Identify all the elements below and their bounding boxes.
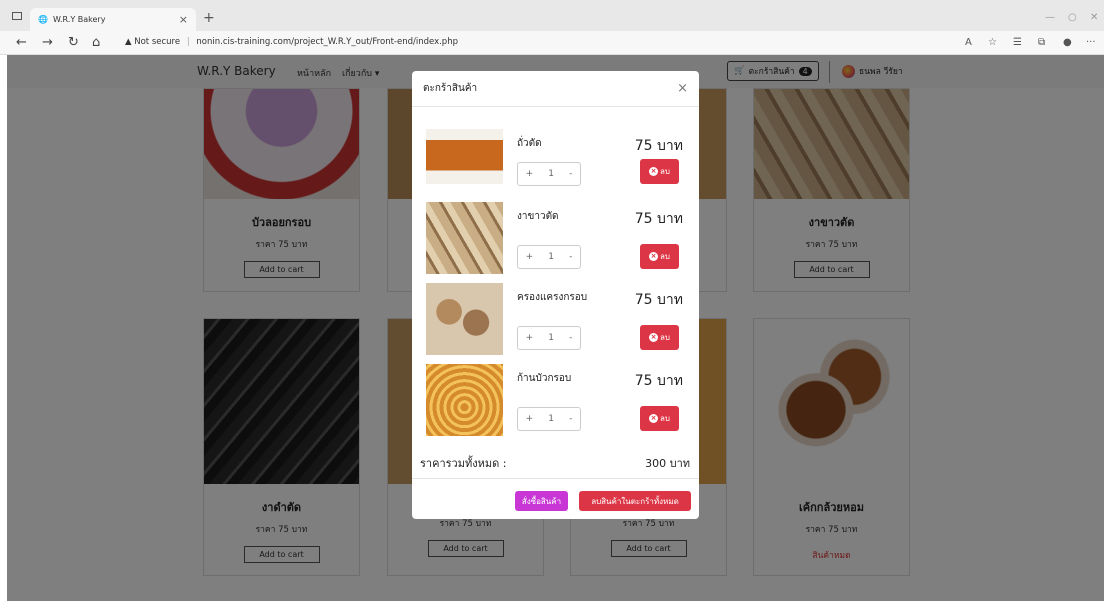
cart-item-image <box>426 364 503 436</box>
cart-item: ก้านบัวกรอบ 75 บาท + 1 - × ลบ <box>426 364 688 440</box>
cart-item-image <box>426 129 503 184</box>
restore-icon[interactable]: ○ <box>1068 12 1077 23</box>
quantity-value[interactable]: 1 <box>548 414 554 424</box>
cart-item: งาขาวตัด 75 บาท + 1 - × ลบ <box>426 202 688 278</box>
cart-total: ราคารวมทั้งหมด : 300 บาท <box>420 454 690 472</box>
address-bar: ← → ↻ ⌂ ▲ Not secure | nonin.cis-trainin… <box>0 31 1104 55</box>
cart-item: ครองแครงกรอบ 75 บาท + 1 - × ลบ <box>426 283 688 359</box>
cart-item-name: ก้านบัวกรอบ <box>517 373 572 384</box>
cart-item-image <box>426 202 503 274</box>
remove-circle-icon: × <box>649 414 658 423</box>
new-tab-button[interactable]: + <box>203 10 215 26</box>
url-separator: | <box>186 37 190 47</box>
delete-item-button[interactable]: × ลบ <box>640 406 679 431</box>
decrease-button[interactable]: - <box>569 169 572 179</box>
increase-button[interactable]: + <box>526 333 534 343</box>
modal-header: ตะกร้าสินค้า × <box>412 71 699 107</box>
modal-title: ตะกร้าสินค้า <box>423 83 478 94</box>
delete-label: ลบ <box>660 167 670 176</box>
delete-item-button[interactable]: × ลบ <box>640 325 679 350</box>
modal-footer: สั่งซื้อสินค้า ลบสินค้าในตะกร้าทั้งหมด <box>412 478 699 519</box>
cart-item-name: ถั่วตัด <box>517 138 542 149</box>
remove-circle-icon: × <box>649 167 658 176</box>
decrease-button[interactable]: - <box>569 414 572 424</box>
cart-item-name: ครองแครงกรอบ <box>517 292 588 303</box>
cart-item-price: 75 บาท <box>634 292 683 308</box>
quantity-stepper: + 1 - <box>517 407 581 431</box>
home-icon[interactable]: ⌂ <box>92 35 100 50</box>
close-modal-button[interactable]: × <box>677 81 688 96</box>
quantity-stepper: + 1 - <box>517 162 581 186</box>
cart-modal: ตะกร้าสินค้า × ถั่วตัด 75 บาท + 1 - × ลบ… <box>412 71 699 519</box>
cart-item-price: 75 บาท <box>634 138 683 154</box>
cart-item-image <box>426 283 503 355</box>
quantity-stepper: + 1 - <box>517 326 581 350</box>
increase-button[interactable]: + <box>526 414 534 424</box>
forward-icon[interactable]: → <box>42 35 53 50</box>
tab-title: W.R.Y Bakery <box>52 15 106 24</box>
decrease-button[interactable]: - <box>569 333 572 343</box>
cart-item-name: งาขาวตัด <box>517 211 559 222</box>
favorite-icon[interactable]: ☆ <box>988 37 997 48</box>
quantity-stepper: + 1 - <box>517 245 581 269</box>
remove-circle-icon: × <box>649 252 658 261</box>
total-label: ราคารวมทั้งหมด : <box>420 457 507 470</box>
increase-button[interactable]: + <box>526 252 534 262</box>
not-secure-label: Not secure <box>134 37 181 47</box>
browser-tab-strip: 🌐 W.R.Y Bakery × + — ○ ✕ <box>0 0 1104 31</box>
cart-item: ถั่วตัด 75 บาท + 1 - × ลบ <box>426 129 688 205</box>
close-window-icon[interactable]: ✕ <box>1090 12 1098 23</box>
url-text: nonin.cis-training.com/project_W.R.Y_out… <box>196 37 458 47</box>
minimize-icon[interactable]: — <box>1045 12 1055 23</box>
remove-circle-icon: × <box>649 333 658 342</box>
profile-icon[interactable]: ● <box>1063 37 1072 48</box>
url-field[interactable]: ▲ Not secure | nonin.cis-training.com/pr… <box>125 37 458 47</box>
refresh-icon[interactable]: ↻ <box>68 35 79 50</box>
close-tab-icon[interactable]: × <box>179 13 188 26</box>
read-aloud-icon[interactable]: A <box>965 37 972 48</box>
cart-item-price: 75 บาท <box>634 211 683 227</box>
delete-label: ลบ <box>660 333 670 342</box>
back-icon[interactable]: ← <box>16 35 27 50</box>
quantity-value[interactable]: 1 <box>548 252 554 262</box>
delete-item-button[interactable]: × ลบ <box>640 244 679 269</box>
clear-cart-button[interactable]: ลบสินค้าในตะกร้าทั้งหมด <box>579 491 691 511</box>
increase-button[interactable]: + <box>526 169 534 179</box>
decrease-button[interactable]: - <box>569 252 572 262</box>
more-icon[interactable]: ··· <box>1086 37 1096 48</box>
delete-item-button[interactable]: × ลบ <box>640 159 679 184</box>
globe-icon: 🌐 <box>38 15 48 24</box>
order-button[interactable]: สั่งซื้อสินค้า <box>515 491 568 511</box>
cart-item-price: 75 บาท <box>634 373 683 389</box>
favorites-list-icon[interactable]: ☰ <box>1013 37 1022 48</box>
browser-tab[interactable]: 🌐 W.R.Y Bakery × <box>30 8 196 31</box>
warning-icon: ▲ <box>125 37 132 47</box>
page-viewport: W.R.Y Bakery หน้าหลัก เกี่ยวกับ ▾ 🛒 ตะกร… <box>7 55 1104 601</box>
collections-icon[interactable]: ⧉ <box>1038 37 1045 48</box>
delete-label: ลบ <box>660 414 670 423</box>
delete-label: ลบ <box>660 252 670 261</box>
quantity-value[interactable]: 1 <box>548 169 554 179</box>
total-value: 300 บาท <box>645 457 690 470</box>
quantity-value[interactable]: 1 <box>548 333 554 343</box>
tab-actions-icon[interactable] <box>12 12 22 20</box>
